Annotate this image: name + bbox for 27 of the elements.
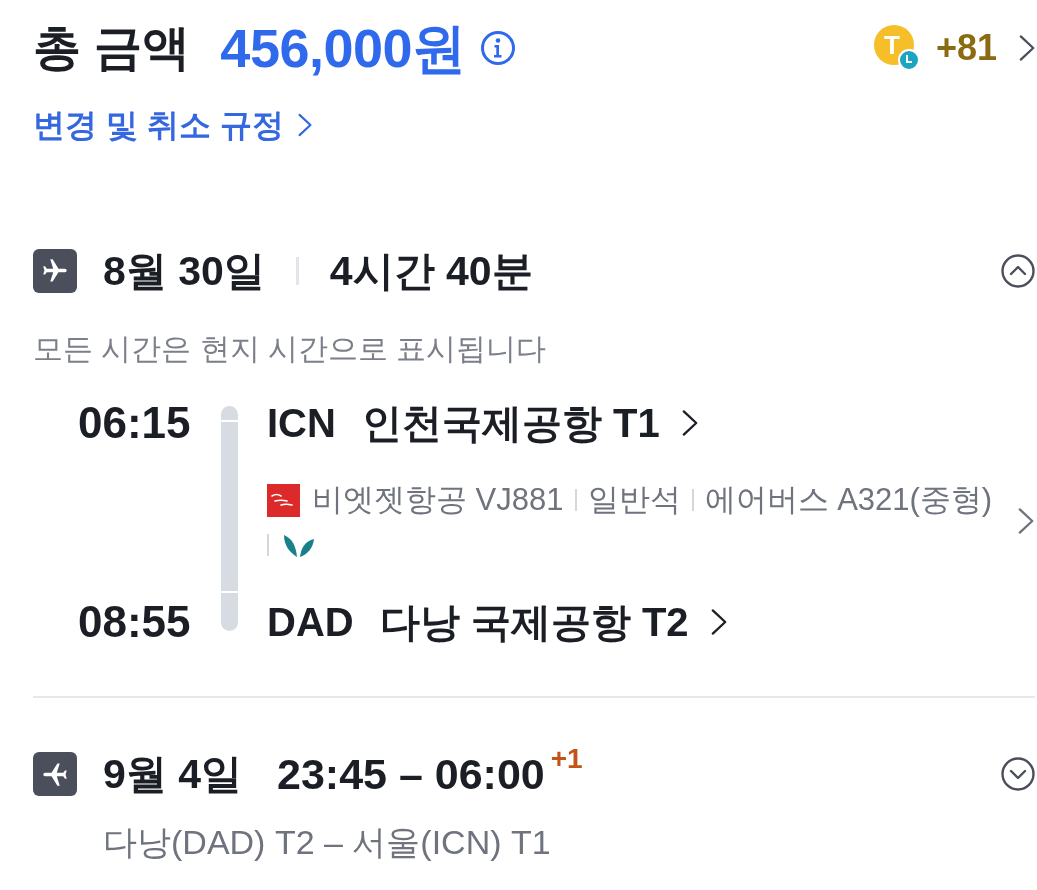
collapse-icon[interactable] bbox=[1001, 254, 1035, 288]
expand-icon[interactable] bbox=[1001, 757, 1035, 791]
chevron-right-icon[interactable] bbox=[681, 409, 698, 437]
airport-name[interactable]: 인천국제공항 T1 bbox=[361, 403, 660, 443]
flight-detail-text: 에어버스 A321(중형) bbox=[704, 483, 993, 517]
chevron-right-icon[interactable] bbox=[710, 608, 727, 636]
total-label: 총 금액 bbox=[33, 24, 191, 72]
airport-code: ICN bbox=[267, 403, 336, 443]
airport-code: DAD bbox=[267, 602, 354, 642]
flight-date: 9월 4일 bbox=[103, 753, 242, 795]
airline-logo-icon bbox=[267, 483, 300, 517]
flight-duration: 4시간 40분 bbox=[329, 250, 533, 292]
chevron-right-icon[interactable] bbox=[1019, 34, 1035, 62]
flight-route: 다낭(DAD) T2 – 서울(ICN) T1 bbox=[103, 825, 552, 859]
total-amount: 456,000원 bbox=[220, 21, 466, 75]
policy-link[interactable]: 변경 및 취소 규정 bbox=[33, 109, 284, 141]
day-offset-label: +1 bbox=[550, 745, 583, 773]
arrival-time: 08:55 bbox=[78, 598, 192, 646]
info-icon[interactable] bbox=[479, 30, 516, 66]
local-time-note: 모든 시간은 현지 시간으로 표시됩니다 bbox=[33, 334, 548, 364]
departure-time: 06:15 bbox=[78, 399, 192, 447]
airport-name[interactable]: 다낭 국제공항 T2 bbox=[379, 602, 689, 642]
flight-date: 8월 30일 bbox=[103, 250, 265, 292]
flight-detail-text: 일반석 bbox=[587, 483, 681, 517]
points-value: +81 bbox=[935, 30, 997, 66]
flight-detail-text: 비엣젯항공 VJ881 bbox=[312, 483, 564, 517]
flight-time-range: 23:45 – 06:00 bbox=[277, 752, 545, 796]
